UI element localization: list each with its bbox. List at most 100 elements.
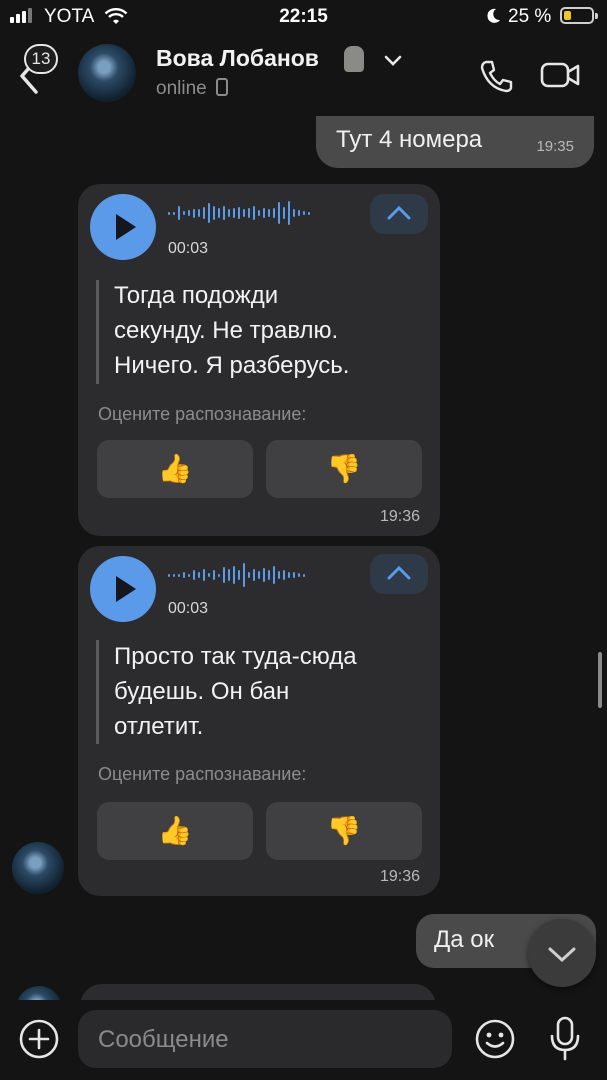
message-time: 19:36 xyxy=(379,508,420,525)
contact-name[interactable]: Вова Лобанов xyxy=(156,45,319,72)
waveform[interactable] xyxy=(168,560,305,590)
contact-status: online xyxy=(156,78,228,100)
scroll-to-bottom-button[interactable] xyxy=(528,919,596,987)
thumbs-up-button[interactable]: 👍 xyxy=(97,440,253,498)
waveform-bar xyxy=(203,569,205,581)
transcript-line: Ничего. Я разберусь. xyxy=(114,352,350,379)
add-attachment-button[interactable] xyxy=(18,1018,60,1065)
transcript-line: Тогда подожди xyxy=(114,282,279,309)
waveform-bar xyxy=(233,208,235,218)
transcript-line: Просто так туда-сюда xyxy=(114,643,357,670)
waveform-bar xyxy=(238,570,240,580)
waveform-bar xyxy=(193,570,195,580)
rate-label: Оцените распознавание: xyxy=(98,404,307,424)
transcript-text: Просто так туда-сюда будешь. Он бан отле… xyxy=(114,639,357,744)
waveform-bar xyxy=(243,209,245,217)
thumbs-up-icon: 👍 xyxy=(157,453,193,484)
waveform-bar xyxy=(293,572,295,578)
waveform-bar xyxy=(188,210,190,216)
rate-label: Оцените распознавание: xyxy=(98,764,307,784)
waveform-bar xyxy=(278,571,280,579)
waveform-bar xyxy=(178,206,180,220)
waveform-bar xyxy=(273,566,275,584)
waveform-bar xyxy=(303,211,305,215)
message-time: 19:36 xyxy=(379,868,420,885)
waveform-bar xyxy=(228,569,230,581)
collapse-transcript-button[interactable] xyxy=(370,554,428,594)
waveform-bar xyxy=(243,563,245,587)
waveform-bar xyxy=(173,211,175,215)
transcript-line: секунду. Не травлю. xyxy=(114,317,339,344)
waveform-bar xyxy=(253,206,255,220)
waveform-bar xyxy=(208,203,210,223)
thumbs-down-icon: 👎 xyxy=(326,453,362,484)
waveform-bar xyxy=(223,206,225,220)
sender-avatar[interactable] xyxy=(12,842,64,894)
waveform-bar xyxy=(188,573,190,577)
chevron-up-icon xyxy=(387,565,411,580)
video-icon[interactable] xyxy=(540,58,580,97)
waveform-bar xyxy=(198,572,200,578)
waveform-bar xyxy=(178,573,180,577)
message-text: Тут 4 номера xyxy=(336,126,483,153)
thumbs-down-button[interactable]: 👎 xyxy=(266,440,422,498)
chevron-down-icon[interactable] xyxy=(384,54,402,72)
thumbs-down-button[interactable]: 👎 xyxy=(266,802,422,860)
phone-icon[interactable] xyxy=(478,58,514,99)
emoji-button[interactable] xyxy=(474,1018,516,1065)
waveform-bar xyxy=(248,208,250,218)
message-input[interactable]: Сообщение xyxy=(78,1010,452,1068)
add-icon xyxy=(19,1019,59,1059)
contact-status-text: online xyxy=(156,78,207,99)
mic-button[interactable] xyxy=(548,1016,582,1067)
waveform-bar xyxy=(183,211,185,215)
waveform-bar xyxy=(168,573,170,577)
waveform-bar xyxy=(268,209,270,217)
waveform-bar xyxy=(278,202,280,224)
message-text: Да ок xyxy=(434,926,495,953)
moon-icon xyxy=(484,7,502,31)
thumbs-up-button[interactable]: 👍 xyxy=(97,802,253,860)
waveform-bar xyxy=(293,209,295,217)
collapse-transcript-button[interactable] xyxy=(370,194,428,234)
mobile-icon xyxy=(216,78,228,96)
play-button[interactable] xyxy=(90,556,156,622)
status-bar: YOTA 22:15 25 % xyxy=(0,0,607,34)
transcript-line: отлетит. xyxy=(114,713,204,740)
outgoing-message[interactable]: Тут 4 номера 19:35 xyxy=(316,116,594,168)
voice-message[interactable]: 00:03 Просто так туда-сюда будешь. Он ба… xyxy=(78,546,440,896)
voice-duration: 00:03 xyxy=(168,600,209,617)
waveform-bar xyxy=(298,210,300,216)
waveform-bar xyxy=(258,571,260,579)
chevron-down-icon xyxy=(548,947,576,963)
waveform-bar xyxy=(258,210,260,216)
waveform-bar xyxy=(298,573,300,577)
battery-icon xyxy=(560,7,598,24)
transcript-text: Тогда подожди секунду. Не травлю. Ничего… xyxy=(114,278,349,383)
waveform-bar xyxy=(213,206,215,220)
scrollbar[interactable] xyxy=(598,652,602,708)
waveform-bar xyxy=(223,567,225,583)
voice-message[interactable]: 00:03 Тогда подожди секунду. Не травлю. … xyxy=(78,184,440,536)
waveform-bar xyxy=(228,209,230,217)
waveform-bar xyxy=(168,211,170,215)
waveform-bar xyxy=(308,211,310,215)
thumbs-up-icon: 👍 xyxy=(157,815,193,846)
mic-icon xyxy=(550,1016,580,1061)
waveform-bar xyxy=(193,208,195,218)
unread-badge: 13 xyxy=(24,44,58,74)
waveform[interactable] xyxy=(168,198,310,228)
waveform-bar xyxy=(268,570,270,580)
transcript-line: будешь. Он бан xyxy=(114,678,290,705)
waveform-bar xyxy=(208,573,210,577)
play-button[interactable] xyxy=(90,194,156,260)
waveform-bar xyxy=(173,573,175,577)
contact-avatar[interactable] xyxy=(78,44,136,102)
waveform-bar xyxy=(253,569,255,581)
waveform-bar xyxy=(183,572,185,578)
message-time: 19:35 xyxy=(536,138,574,155)
chevron-up-icon xyxy=(387,205,411,220)
voice-duration: 00:03 xyxy=(168,240,209,257)
waveform-bar xyxy=(218,573,220,577)
transcript-quote-bar xyxy=(96,640,99,744)
